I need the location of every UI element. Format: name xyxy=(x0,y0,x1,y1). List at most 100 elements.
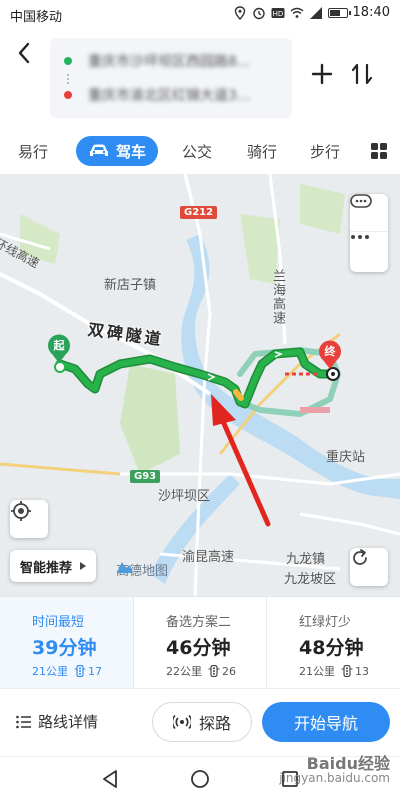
route-option-lights: 26 xyxy=(222,664,236,678)
car-icon xyxy=(90,144,108,156)
amap-logo: 高德地图 xyxy=(116,560,168,579)
start-navigation-button[interactable]: 开始导航 xyxy=(262,702,390,742)
smart-recommend-label: 智能推荐 xyxy=(20,560,73,576)
end-pin[interactable]: 终 xyxy=(318,340,342,370)
route-option-meta: 22公里 26 xyxy=(166,663,236,679)
battery-icon xyxy=(327,7,351,18)
map-view[interactable]: 新店子镇 兰海高速 沙坪坝区 渝昆高速 九龙镇 九龙坡区 重庆站 环线高速 G2… xyxy=(0,174,400,596)
watermark-url: jingyan.baidu.com xyxy=(279,771,390,785)
map-canvas xyxy=(0,174,400,596)
route-option-distance: 21公里 xyxy=(32,665,68,678)
explore-label: 探路 xyxy=(198,714,231,733)
map-label-lanhai: 兰海高速 xyxy=(270,269,285,325)
route-detail-button[interactable]: 路线详情 xyxy=(16,711,98,732)
route-option-meta: 21公里 17 xyxy=(32,663,102,679)
end-location-text: 重庆市渝北区红锦大道3... xyxy=(88,88,251,104)
tab-drive[interactable]: 驾车 xyxy=(76,136,159,166)
traffic-toggle[interactable] xyxy=(350,194,388,232)
status-bar: 中国移动 HD 18:40 xyxy=(0,0,400,28)
map-label-jiulongpo: 九龙坡区 xyxy=(284,572,337,587)
swap-icon[interactable] xyxy=(348,60,376,88)
tab-transit[interactable]: 公交 xyxy=(182,136,212,166)
traffic-light-icon xyxy=(341,665,353,677)
add-waypoint-icon[interactable] xyxy=(308,60,336,88)
svg-text:HD: HD xyxy=(272,10,283,18)
map-side-controls xyxy=(350,194,388,272)
amap-logo-icon xyxy=(117,562,133,573)
route-option-2[interactable]: 备选方案二 46分钟 22公里 26 xyxy=(133,597,266,689)
route-option-distance: 21公里 xyxy=(299,665,335,678)
start-location-text: 重庆市沙坪坝区西园路8... xyxy=(88,54,251,70)
end-location-row[interactable]: 重庆市渝北区红锦大道3... xyxy=(64,80,284,110)
route-option-title: 红绿灯少 xyxy=(299,615,352,630)
route-option-title: 备选方案二 xyxy=(166,615,232,630)
map-label-shapingba: 沙坪坝区 xyxy=(158,489,211,504)
list-icon xyxy=(16,715,31,728)
refresh-icon xyxy=(353,549,367,565)
locate-button[interactable] xyxy=(10,500,48,538)
road-badge-g93: G93 xyxy=(130,470,161,483)
traffic-light-icon xyxy=(74,665,86,677)
route-options: 时间最短 39分钟 21公里 17 备选方案二 46分钟 22公里 26 红绿灯… xyxy=(0,596,400,689)
signal-icon xyxy=(309,6,322,19)
route-option-lights: 13 xyxy=(355,664,369,678)
route-option-time: 48分钟 xyxy=(299,637,364,659)
traffic-light-icon xyxy=(208,665,220,677)
tab-cycling[interactable]: 骑行 xyxy=(247,136,277,166)
route-option-time: 46分钟 xyxy=(166,637,231,659)
more-options-button[interactable] xyxy=(350,234,388,272)
start-location-row[interactable]: 重庆市沙坪坝区西园路8... xyxy=(64,46,284,76)
tab-easy-travel[interactable]: 易行 xyxy=(18,136,48,166)
triangle-right-icon xyxy=(80,562,87,570)
map-label-jiulongzhen: 九龙镇 xyxy=(286,552,326,567)
radar-icon xyxy=(172,714,191,730)
carrier-label: 中国移动 xyxy=(10,10,63,25)
map-label-xindianzi: 新店子镇 xyxy=(104,278,157,293)
explore-button[interactable]: 探路 xyxy=(152,702,252,742)
watermark-title: Baidu经验 xyxy=(306,754,390,773)
road-badge-g212: G212 xyxy=(180,206,218,219)
travel-mode-tabs: 易行 驾车 公交 骑行 步行 xyxy=(0,128,400,174)
home-circle-icon[interactable] xyxy=(188,767,212,791)
grid-menu-icon[interactable] xyxy=(370,142,388,160)
status-time: 18:40 xyxy=(352,5,390,20)
route-option-time: 39分钟 xyxy=(32,637,97,659)
bottom-actions: 路线详情 探路 开始导航 xyxy=(0,688,400,756)
start-pin[interactable]: 起 xyxy=(47,334,71,364)
alarm-icon xyxy=(252,7,265,19)
location-icon xyxy=(234,5,245,20)
hd-icon: HD xyxy=(271,7,285,18)
more-dots-icon xyxy=(351,235,369,239)
tab-label: 驾车 xyxy=(116,142,147,161)
end-pin-label: 终 xyxy=(324,345,336,358)
route-option-distance: 22公里 xyxy=(166,665,202,678)
route-option-1[interactable]: 时间最短 39分钟 21公里 17 xyxy=(0,597,133,689)
route-option-3[interactable]: 红绿灯少 48分钟 21公里 13 xyxy=(266,597,400,689)
back-triangle-icon[interactable] xyxy=(98,767,122,791)
chat-dots-icon xyxy=(350,194,372,208)
system-nav-bar: Baidu经验 jingyan.baidu.com xyxy=(0,756,400,800)
route-header: 重庆市沙坪坝区西园路8... 重庆市渝北区红锦大道3... xyxy=(0,28,400,128)
map-label-chongqing-station: 重庆站 xyxy=(326,450,366,465)
back-arrow-icon[interactable] xyxy=(12,40,38,66)
start-dot-icon xyxy=(64,57,72,65)
wifi-icon xyxy=(290,7,303,18)
watermark: Baidu经验 jingyan.baidu.com xyxy=(279,754,390,786)
tab-label: 步行 xyxy=(310,142,341,161)
status-icons: HD 18:40 xyxy=(233,5,390,20)
route-option-meta: 21公里 13 xyxy=(299,663,369,679)
route-input-box: 重庆市沙坪坝区西园路8... 重庆市渝北区红锦大道3... xyxy=(50,38,292,118)
crosshair-icon xyxy=(11,501,31,521)
map-label-yukun: 渝昆高速 xyxy=(182,550,235,565)
tab-walking[interactable]: 步行 xyxy=(310,136,340,166)
smart-recommend-button[interactable]: 智能推荐 xyxy=(10,550,97,582)
tab-label: 易行 xyxy=(18,142,49,161)
route-option-lights: 17 xyxy=(88,664,102,678)
refresh-button[interactable] xyxy=(350,548,388,586)
route-detail-label: 路线详情 xyxy=(38,713,99,731)
tab-label: 骑行 xyxy=(247,142,278,161)
route-option-title: 时间最短 xyxy=(32,615,85,630)
tab-label: 公交 xyxy=(182,142,213,161)
start-navigation-label: 开始导航 xyxy=(293,714,358,733)
start-pin-label: 起 xyxy=(53,339,65,352)
